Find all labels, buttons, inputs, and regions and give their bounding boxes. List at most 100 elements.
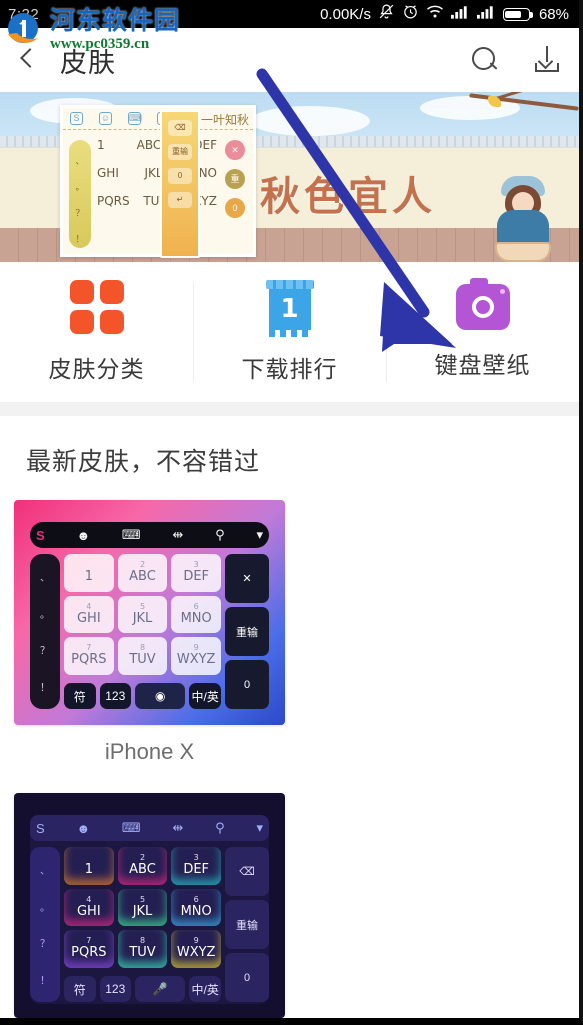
page-title: 皮肤 (60, 47, 116, 78)
category-download-ranking[interactable]: 1 下载排行 (193, 262, 386, 402)
keyboard-icon: ⌨ (121, 527, 141, 542)
key-1: 1 (64, 554, 114, 592)
delete-key: ✕ (225, 140, 245, 160)
symbol-key: 符 (64, 976, 96, 1002)
keypad: 1 2 ABC 3 DEF 4 GHI 5 JKL 6 MNO 7 PQRS 8 TUV 9W… (60, 847, 225, 1002)
skin-grid: S ☻ ⌨ ⇹ ⚲ ▾ 、。？！ 1 2 ABC 3 DEF 4 GHI 5 J… (0, 500, 579, 1025)
banner-side-keys: ✕ 重 0 (225, 140, 249, 227)
signal-icon (476, 5, 496, 24)
key-6: 6 MNO (171, 888, 221, 927)
banner-title: 秋色宜人 (260, 174, 436, 220)
cloud-decoration (250, 106, 370, 136)
battery-percent-label: 68% (538, 5, 569, 23)
grid-icon (69, 280, 124, 334)
signal-icon (450, 5, 470, 24)
status-time: 7:22 (8, 5, 40, 23)
key-8: 8 TUV (117, 930, 168, 968)
side-keys: ⌫ 重输 0 (225, 847, 269, 1002)
redo-key: 重 (225, 169, 245, 189)
banner-keyboard-preview: S ☺ ⌨ ⇳ ✻ 一叶知秋 、。？！ 1ABCDEF GHIJKLMNO PQ… (60, 105, 256, 257)
skin-thumbnail[interactable]: S ☻ ⌨ ⇹ ⚲ ▾ 、。？！ 1 2 ABC 3 DEF 4 GHI 5 JKL (14, 793, 285, 1018)
banner-corner-text: 一叶知秋 (200, 113, 249, 127)
skin-card[interactable]: S ☻ ⌨ ⇹ ⚲ ▾ 、。？！ 1 2 ABC 3 DEF 4 GHI 5 J… (14, 500, 285, 775)
language-key: 中/英 (189, 683, 221, 709)
search-icon[interactable] (472, 46, 499, 74)
key-5: 5 JKL (117, 888, 168, 927)
girl-illustration (491, 176, 557, 262)
chevron-down-icon: ▾ (256, 820, 263, 835)
key-1: 1 (64, 847, 114, 885)
numeric-key: 123 (99, 683, 132, 709)
chevron-down-icon: ▾ (256, 527, 263, 542)
redo-key: 重输 (225, 607, 269, 656)
keyboard-icon: ⌨ (128, 112, 142, 125)
battery-icon (502, 7, 533, 21)
banner-side-panel: ⌫ 重输 0 ↵ (160, 110, 200, 258)
phone-screen: 7:22 0.00K/s 68% 河东软件园 www.pc0359.cn 皮肤 … (0, 0, 583, 1025)
wifi-icon (426, 4, 444, 24)
rank-badge: 1 (280, 294, 299, 324)
download-icon[interactable] (533, 46, 561, 74)
bell-muted-icon (378, 3, 395, 25)
skin-name: 荧光霓虹 (14, 1018, 285, 1025)
keyboard-icon: ⌨ (121, 820, 141, 835)
category-label: 下载排行 (241, 356, 338, 382)
key-7: 7 PQRS (64, 637, 114, 675)
cursor-icon: ⇹ (172, 527, 184, 542)
category-label: 键盘壁纸 (434, 352, 531, 378)
category-label: 皮肤分类 (48, 356, 145, 382)
numeric-key: 123 (99, 976, 132, 1002)
header-actions (472, 46, 561, 74)
panel-item: 重输 (168, 144, 192, 160)
key-4: 4 GHI (64, 595, 114, 634)
category-keyboard-wallpaper[interactable]: 键盘壁纸 (386, 262, 579, 402)
category-skin-classification[interactable]: 皮肤分类 (0, 262, 193, 402)
key-9: 9 WXYZ (171, 637, 221, 675)
symbol-key: 符 (64, 683, 96, 709)
key-2: 2 ABC (117, 554, 168, 592)
network-speed-label: 0.00K/s (320, 5, 371, 23)
redo-key: 重输 (225, 900, 269, 949)
skin-card[interactable]: S ☻ ⌨ ⇹ ⚲ ▾ 、。？！ 1 2 ABC 3 DEF 4 GHI 5 JKL (14, 793, 285, 1025)
skin-thumbnail[interactable]: S ☻ ⌨ ⇹ ⚲ ▾ 、。？！ 1 2 ABC 3 DEF 4 GHI 5 J… (14, 500, 285, 725)
zero-key: 0 (225, 953, 269, 1002)
emoji-icon: ☻ (76, 527, 91, 543)
keyboard-toolbar: S ☻ ⌨ ⇹ ⚲ ▾ (30, 522, 269, 548)
punctuation-bar: 、。？！ (30, 554, 60, 709)
keypad: 1 2 ABC 3 DEF 4 GHI 5 JKL 6 MNO 7 PQRS 8 TUV 9W… (60, 554, 225, 709)
zero-key: 0 (225, 198, 245, 218)
punctuation-bar: 、。？！ (30, 847, 60, 1002)
search-icon: ⚲ (215, 820, 225, 835)
key-3: 3 DEF (171, 554, 221, 592)
sogou-logo-icon: S (70, 112, 83, 125)
search-icon: ⚲ (215, 527, 225, 542)
status-bar: 7:22 0.00K/s 68% (0, 0, 579, 28)
panel-item: ↵ (168, 192, 192, 208)
back-button[interactable] (14, 43, 44, 77)
key-6: 6 MNO (171, 595, 221, 634)
keyboard-toolbar: S ☻ ⌨ ⇹ ⚲ ▾ (30, 815, 269, 841)
category-row: 皮肤分类 1 下载排行 键盘壁纸 (0, 262, 579, 402)
key-8: 8 TUV (117, 637, 168, 675)
key-9: 9 WXYZ (171, 930, 221, 968)
panel-item: 0 (168, 168, 192, 184)
camera-icon (455, 278, 510, 330)
voice-key: 🎤 (135, 976, 186, 1002)
key-5: 5 JKL (117, 595, 168, 634)
delete-key: ⌫ (225, 847, 269, 896)
language-key: 中/英 (189, 976, 221, 1002)
key-2: 2 ABC (117, 847, 168, 885)
zero-key: 0 (225, 660, 269, 709)
key-7: 7 PQRS (64, 930, 114, 968)
panel-item: ⌫ (168, 120, 192, 136)
cursor-icon: ⇹ (172, 820, 184, 835)
status-indicators: 0.00K/s 68% (320, 3, 569, 25)
keyboard-preview: S ☻ ⌨ ⇹ ⚲ ▾ 、。？！ 1 2 ABC 3 DEF 4 GHI 5 J… (14, 500, 285, 725)
section-title: 最新皮肤，不容错过 (26, 448, 261, 476)
key-4: 4 GHI (64, 888, 114, 927)
alarm-clock-icon (402, 3, 419, 25)
sogou-logo-icon: S (36, 820, 45, 836)
keyboard-preview: S ☻ ⌨ ⇹ ⚲ ▾ 、。？！ 1 2 ABC 3 DEF 4 GHI 5 JKL (14, 793, 285, 1018)
rank-flag-icon: 1 (265, 280, 314, 337)
promo-banner[interactable]: 秋色宜人 S ☺ ⌨ ⇳ ✻ 一叶知秋 、。？！ 1ABCDEF GHIJKLM… (0, 92, 579, 262)
